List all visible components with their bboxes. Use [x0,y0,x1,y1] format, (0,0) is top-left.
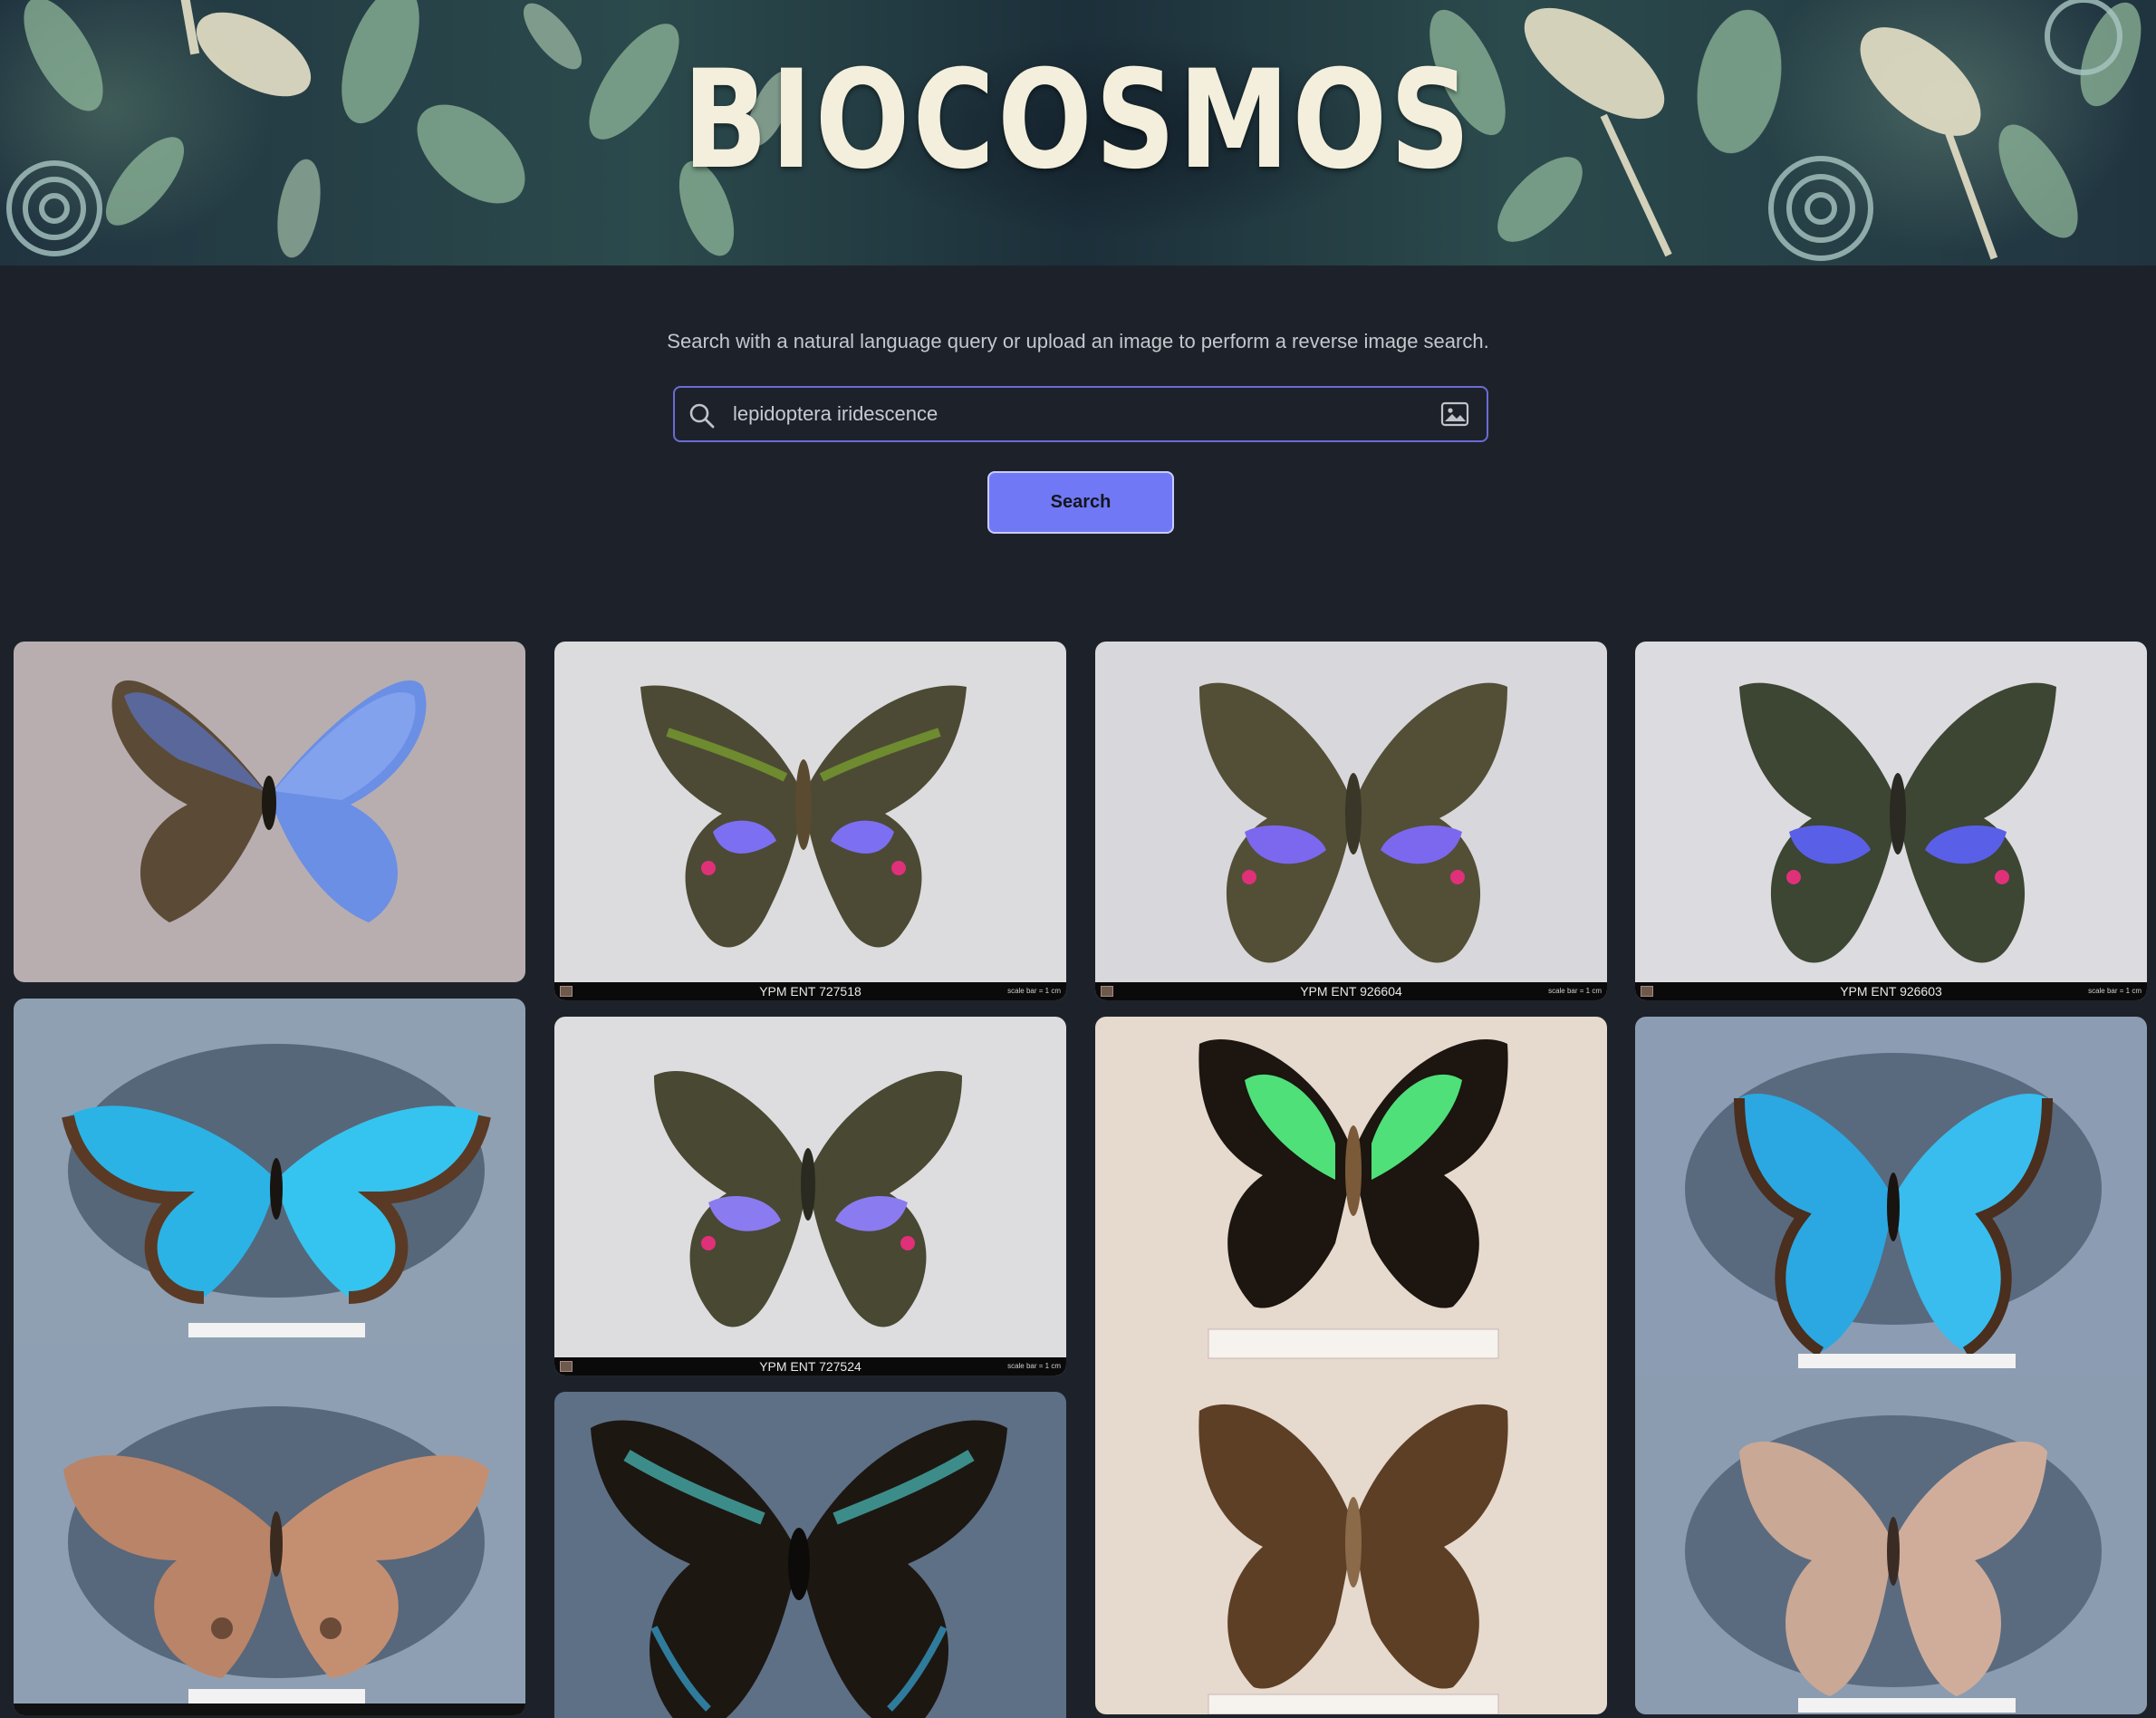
specimen-image [14,999,525,1715]
search-button[interactable]: Search [987,471,1174,534]
results-column-4: YPM ENT 926603 scale bar = 1 cm [1635,642,2147,1714]
specimen-image [1635,1017,2147,1714]
specimen-caption: YPM ENT 727518 scale bar = 1 cm [554,982,1066,1000]
specimen-caption: YPM ENT 727524 scale bar = 1 cm [554,1357,1066,1375]
search-bar[interactable] [673,386,1488,442]
specimen-image [1095,642,1607,1000]
specimen-image [14,642,525,982]
result-card[interactable]: YPM ENT 727524 scale bar = 1 cm [554,1017,1066,1375]
results-column-3: YPM ENT 926604 scale bar = 1 cm [1095,642,1607,1714]
search-input[interactable] [733,388,1421,440]
specimen-caption: YPM ENT 926604 scale bar = 1 cm [1095,982,1607,1000]
results-column-2: YPM ENT 727518 scale bar = 1 cm YPM ENT … [554,642,1066,1718]
museum-logo-icon [560,1361,573,1372]
results-column-1 [14,642,525,1715]
image-upload-icon[interactable] [1439,401,1470,428]
result-card[interactable]: YPM ENT 926603 scale bar = 1 cm [1635,642,2147,1000]
result-card[interactable] [1095,1017,1607,1714]
search-instructions: Search with a natural language query or … [667,330,1489,352]
result-card[interactable] [14,642,525,982]
museum-logo-icon [560,986,573,997]
specimen-caption: YPM ENT 926603 scale bar = 1 cm [1635,982,2147,1000]
specimen-image [554,1017,1066,1375]
site-title: BIOCOSMOS [682,42,1474,199]
museum-logo-icon [1641,986,1653,997]
search-icon [689,403,715,429]
result-card[interactable] [554,1392,1066,1718]
specimen-image [1095,1017,1607,1714]
result-card[interactable]: YPM ENT 727518 scale bar = 1 cm [554,642,1066,1000]
result-card[interactable]: YPM ENT 926604 scale bar = 1 cm [1095,642,1607,1000]
specimen-image [554,1392,1066,1718]
museum-logo-icon [1101,986,1113,997]
result-card[interactable] [14,999,525,1715]
specimen-image [1635,642,2147,1000]
banner: BIOCOSMOS [0,0,2156,265]
specimen-image [554,642,1066,1000]
result-card[interactable] [1635,1017,2147,1714]
